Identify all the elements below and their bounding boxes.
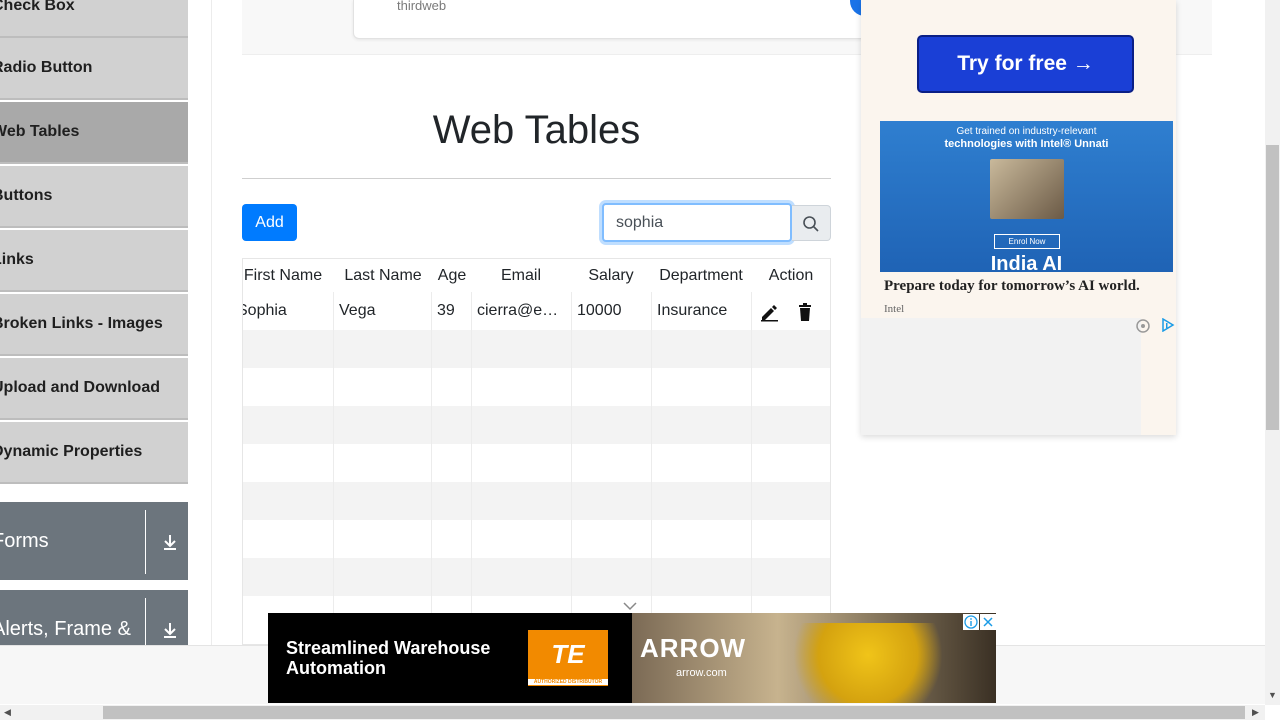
cell-salary: 10000	[577, 302, 622, 319]
horizontal-scroll-thumb[interactable]	[103, 706, 1245, 719]
group-separator	[145, 598, 146, 645]
arrow-ad-panel: ARROW arrow.com	[632, 613, 996, 703]
add-button[interactable]: Add	[242, 204, 297, 241]
search-button[interactable]	[792, 205, 831, 241]
search-icon	[803, 216, 819, 232]
cell-first-name: Sophia	[243, 302, 287, 319]
sidebar-item-links[interactable]: Links	[0, 230, 188, 292]
sidebar: Check Box Radio Button Web Tables Button…	[0, 0, 188, 645]
ad-photo	[990, 159, 1064, 219]
ad-info-icon[interactable]	[963, 614, 979, 630]
column-divider	[431, 292, 432, 644]
arrow-logo: ARROW	[640, 633, 747, 663]
column-divider	[471, 292, 472, 644]
scroll-left-arrow[interactable]: ◀	[4, 707, 11, 718]
vertical-scroll-thumb[interactable]	[1266, 145, 1279, 430]
header-department[interactable]: Department	[651, 259, 751, 293]
headline-line1: Get trained on industry-relevant	[956, 126, 1097, 137]
close-icon[interactable]	[980, 614, 996, 630]
enrol-now-button[interactable]: Enrol Now	[994, 234, 1060, 249]
group-separator	[145, 510, 146, 574]
table-row	[243, 406, 830, 444]
cell-age: 39	[437, 302, 455, 319]
sidebar-item-radio-button[interactable]: Radio Button	[0, 38, 188, 100]
ad-pattern	[861, 318, 1141, 435]
sidebar-item-label: Broken Links - Images	[0, 315, 163, 332]
table-header: First Name Last Name Age Email Salary De…	[243, 258, 830, 295]
edit-icon[interactable]	[759, 302, 779, 322]
sidebar-item-label: Buttons	[0, 187, 53, 204]
table-row	[243, 558, 830, 596]
ad-caption[interactable]: Prepare today for tomorrow’s AI world.	[884, 278, 1140, 295]
arrow-url: arrow.com	[676, 667, 727, 679]
cell-last-name: Vega	[339, 302, 376, 319]
bottom-ad-text: Streamlined Warehouse Automation	[286, 638, 491, 678]
sidebar-item-label: Upload and Download	[0, 379, 160, 396]
sidebar-item-label: Web Tables	[0, 123, 80, 140]
te-sub-text: AUTHORIZED DISTRIBUTOR	[528, 679, 608, 685]
top-ad-card[interactable]: thirdweb	[353, 0, 875, 39]
sidebar-item-web-tables[interactable]: Web Tables	[0, 102, 188, 164]
header-last-name[interactable]: Last Name	[334, 259, 432, 293]
intel-ad-headline: Get trained on industry-relevant technol…	[880, 125, 1173, 151]
ad-brand: Intel	[884, 303, 905, 315]
column-divider	[333, 292, 334, 644]
sidebar-group-alerts[interactable]: Alerts, Frame &	[0, 590, 188, 645]
try-for-free-button[interactable]: Try for free →	[917, 35, 1134, 93]
robot-image	[792, 623, 982, 703]
table-row	[243, 444, 830, 482]
bottom-ad[interactable]: Streamlined Warehouse Automation TE AUTHO…	[268, 613, 996, 703]
headline-line2: technologies with Intel® Unnati	[944, 138, 1109, 150]
search-input[interactable]	[602, 203, 792, 242]
sidebar-item-upload-download[interactable]: Upload and Download	[0, 358, 188, 420]
sidebar-item-broken-links[interactable]: Broken Links - Images	[0, 294, 188, 356]
sidebar-item-label: Dynamic Properties	[0, 443, 143, 460]
cell-department: Insurance	[657, 302, 728, 319]
header-action[interactable]: Action	[751, 259, 830, 293]
header-age[interactable]: Age	[432, 259, 472, 293]
column-divider	[571, 292, 572, 644]
adchoices-icon[interactable]	[1161, 318, 1175, 332]
india-ai-text: India AI	[990, 253, 1063, 272]
table-row: Sophia Vega 39 cierra@example.com 10000 …	[243, 292, 830, 330]
scroll-right-arrow[interactable]: ▶	[1252, 707, 1259, 718]
te-logo: TE AUTHORIZED DISTRIBUTOR	[528, 630, 608, 686]
download-icon	[164, 535, 176, 550]
column-divider	[651, 292, 652, 644]
sidebar-item-label: Check Box	[0, 0, 75, 14]
group-label: Alerts, Frame &	[0, 618, 131, 640]
scroll-down-arrow[interactable]: ▼	[1268, 690, 1277, 700]
sidebar-item-check-box[interactable]: Check Box	[0, 0, 188, 38]
header-first-name[interactable]: First Name	[243, 259, 333, 293]
intel-ad-image[interactable]: Get trained on industry-relevant technol…	[880, 121, 1173, 272]
header-email[interactable]: Email	[472, 259, 570, 293]
table-row	[243, 520, 830, 558]
group-label: Forms	[0, 530, 49, 552]
content-divider	[211, 0, 212, 645]
sidebar-item-dynamic-properties[interactable]: Dynamic Properties	[0, 422, 188, 484]
header-salary[interactable]: Salary	[571, 259, 651, 293]
side-ad[interactable]: Try for free → Get trained on industry-r…	[861, 0, 1176, 435]
sidebar-item-label: Radio Button	[0, 59, 93, 76]
table-row	[243, 368, 830, 406]
te-logo-text: TE	[551, 639, 585, 669]
column-divider	[751, 292, 752, 644]
table-row	[243, 330, 830, 368]
cell-email: cierra@example.com	[477, 302, 563, 319]
table-row	[243, 482, 830, 520]
download-icon	[164, 623, 176, 638]
chevron-down-icon[interactable]	[622, 601, 638, 611]
title-divider	[242, 178, 831, 179]
sidebar-group-forms[interactable]: Forms	[0, 502, 188, 580]
web-table: First Name Last Name Age Email Salary De…	[242, 258, 831, 645]
top-ad-brand: thirdweb	[397, 0, 447, 13]
delete-icon[interactable]	[795, 302, 815, 322]
ad-settings-icon[interactable]	[1135, 318, 1151, 334]
sidebar-item-label: Links	[0, 251, 34, 268]
sidebar-item-buttons[interactable]: Buttons	[0, 166, 188, 228]
page-title: Web Tables	[432, 108, 641, 152]
